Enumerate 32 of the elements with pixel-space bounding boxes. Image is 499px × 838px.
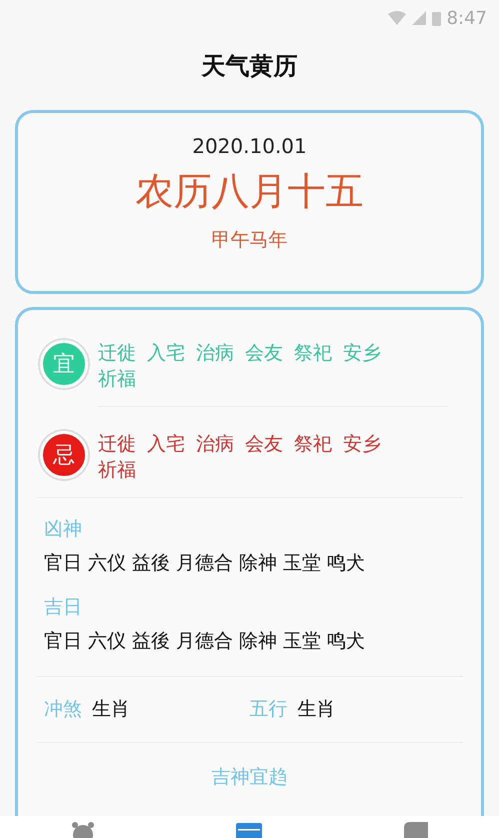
activity-item: 迁徙 (98, 341, 136, 366)
list-value: 官日 六仪 益後 月德合 除神 玉堂 鸣犬 (44, 629, 366, 654)
lunar-date: 农历八月十五 (136, 168, 364, 215)
wifi-icon (388, 11, 406, 25)
pair-value: 生肖 (298, 697, 336, 722)
signal-icon (412, 11, 426, 25)
lunar-year: 甲午马年 (212, 228, 288, 253)
battery-icon (432, 10, 441, 26)
activity-item: 迁徙 (98, 432, 136, 457)
activity-item: 入宅 (147, 341, 185, 366)
nav-tab[interactable] (234, 820, 262, 838)
activity-item: 会友 (245, 432, 283, 457)
status-time: 8:47 (446, 6, 487, 30)
list-label: 吉日 (44, 595, 83, 620)
activity-item: 安乡 (343, 341, 381, 366)
activity-item: 祭祀 (294, 341, 332, 366)
section-heading: 吉神宜趋 (212, 764, 288, 790)
activity-item: 会友 (245, 341, 283, 366)
activity-item: 入宅 (147, 432, 185, 457)
activity-item: 祈福 (98, 458, 136, 483)
activity-item: 治病 (196, 432, 234, 457)
activity-item: 祈福 (98, 367, 136, 392)
activity-item: 安乡 (343, 432, 381, 457)
list-value: 官日 六仪 益後 月德合 除神 玉堂 鸣犬 (44, 551, 366, 576)
page-title: 天气黄历 (202, 51, 298, 82)
solar-date: 2020.10.01 (192, 133, 307, 160)
pair-value: 生肖 (92, 697, 130, 722)
pair-label: 冲煞 (44, 697, 82, 722)
pair-label: 五行 (250, 697, 288, 722)
list-label: 凶神 (44, 517, 83, 542)
activity-item: 治病 (196, 341, 234, 366)
activity-item: 祭祀 (294, 432, 332, 457)
